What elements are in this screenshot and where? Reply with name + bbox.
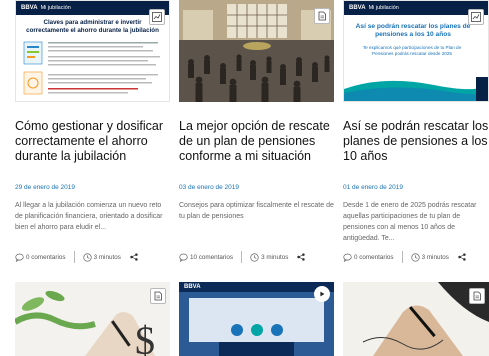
divider — [73, 251, 75, 263]
hand-signing-photo — [343, 282, 489, 356]
svg-text:$: $ — [135, 318, 155, 356]
share-icon[interactable] — [458, 253, 466, 261]
comment-icon[interactable] — [343, 253, 352, 262]
read-time: 3 minutos — [261, 253, 289, 261]
divider — [401, 251, 403, 263]
thumbnail-header: BBVA — [179, 282, 334, 292]
article-meta: 0 comentarios 3 minutos — [343, 251, 489, 263]
article-thumbnail[interactable]: $ — [15, 282, 170, 356]
article-meta: 0 comentarios 3 minutos — [15, 251, 170, 263]
thumbnail-heading: Claves para administrar e invertir corre… — [26, 19, 159, 34]
thumbnail-section: Mi jubilación — [368, 5, 399, 11]
article-date: 03 de enero de 2019 — [179, 184, 239, 191]
thumbnail-header: BBVA Mi jubilación — [16, 1, 169, 15]
read-time: 3 minutos — [421, 253, 449, 261]
share-icon[interactable] — [297, 253, 306, 261]
article-date: 29 de enero de 2019 — [15, 184, 75, 191]
article-card[interactable]: BBVA Mi jubilación Claves para administr… — [15, 0, 170, 263]
article-card[interactable]: BBVA Mi jubilación Así se podrán rescata… — [343, 0, 489, 263]
play-icon[interactable] — [314, 286, 330, 302]
article-title[interactable]: La mejor opción de rescate de un plan de… — [179, 119, 334, 167]
share-icon[interactable] — [130, 253, 138, 261]
article-title[interactable]: Así se podrán rescatar los planes de pen… — [343, 119, 489, 167]
document-icon — [150, 288, 166, 304]
brand-logo: BBVA — [21, 5, 38, 11]
article-summary: Consejos para optimizar fiscalmente el r… — [179, 202, 334, 220]
comment-count[interactable]: 0 comentarios — [354, 254, 394, 261]
article-summary: Al llegar a la jubilación comienza un nu… — [15, 202, 163, 231]
chart-icon — [149, 9, 165, 25]
divider — [241, 251, 243, 263]
clock-icon — [410, 252, 420, 262]
thumbnail-header: BBVA Mi jubilación — [344, 1, 488, 15]
comment-count[interactable]: 10 comentarios — [190, 254, 233, 261]
comment-count[interactable]: 0 comentarios — [26, 254, 66, 261]
article-thumbnail[interactable] — [343, 282, 489, 356]
article-title[interactable]: Cómo gestionar y dosificar correctamente… — [15, 119, 170, 167]
station-photo — [179, 0, 334, 102]
thumbnail-wave — [344, 77, 488, 101]
thumbnail-heading: Así se podrán rescatar los planes de pen… — [355, 23, 471, 38]
document-icon — [469, 288, 485, 304]
brand-logo: BBVA — [349, 5, 366, 11]
article-thumbnail[interactable]: BBVA Mi jubilación Así se podrán rescata… — [343, 0, 489, 102]
thumbnail-subheading: Te explicamos qué participaciones de tu … — [362, 45, 462, 56]
video-preview — [179, 292, 334, 356]
article-summary: Desde 1 de enero de 2025 podrás rescatar… — [343, 202, 477, 242]
comment-icon[interactable] — [15, 253, 24, 262]
thumbnail-section: Mi jubilación — [40, 5, 71, 11]
hand-writing-photo: $ — [15, 290, 155, 356]
chart-icon — [468, 9, 484, 25]
comment-icon[interactable] — [179, 253, 188, 262]
document-icon — [314, 8, 330, 24]
read-time: 3 minutos — [93, 253, 121, 261]
article-meta: 10 comentarios 3 minutos — [179, 251, 334, 263]
article-thumbnail[interactable]: BBVA Mi jubilación Claves para administr… — [15, 0, 170, 102]
clock-icon — [82, 252, 92, 262]
article-thumbnail[interactable] — [179, 0, 334, 102]
clock-icon — [250, 252, 259, 262]
thumbnail-illustration — [16, 34, 169, 101]
article-date: 01 de enero de 2019 — [343, 184, 403, 191]
video-thumbnail[interactable]: BBVA — [179, 282, 334, 356]
brand-logo: BBVA — [184, 284, 201, 290]
article-card[interactable]: La mejor opción de rescate de un plan de… — [179, 0, 334, 263]
